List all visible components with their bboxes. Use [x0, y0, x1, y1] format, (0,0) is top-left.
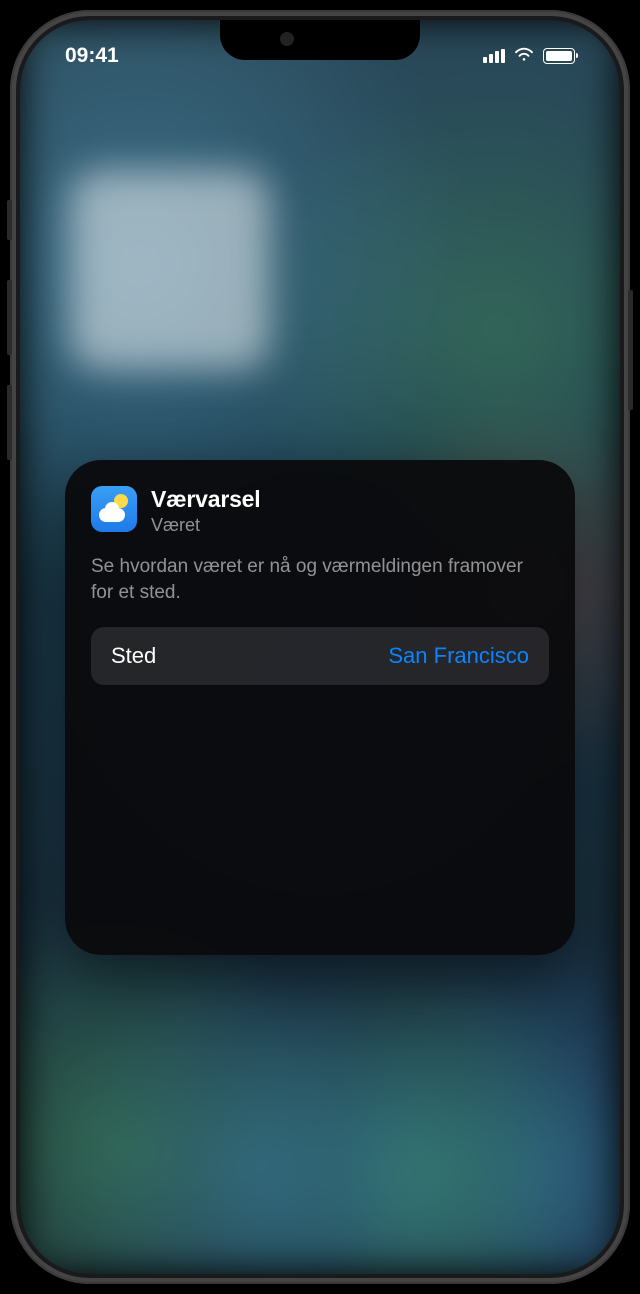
location-setting-row[interactable]: Sted San Francisco	[91, 627, 549, 685]
setting-label: Sted	[111, 643, 156, 669]
widget-app-name: Været	[151, 515, 260, 536]
widget-title: Værvarsel	[151, 486, 260, 513]
status-time: 09:41	[65, 44, 119, 68]
widget-titles: Værvarsel Været	[151, 486, 260, 536]
mute-switch	[7, 200, 12, 240]
side-buttons-left	[7, 200, 12, 490]
volume-down-button	[7, 385, 12, 460]
setting-value: San Francisco	[388, 643, 529, 669]
background-widget-blur	[70, 170, 270, 370]
wifi-icon	[513, 46, 535, 67]
power-button	[628, 290, 633, 410]
cellular-signal-icon	[483, 49, 505, 63]
phone-screen: 09:41	[20, 20, 620, 1274]
volume-up-button	[7, 280, 12, 355]
phone-device-frame: 09:41	[10, 10, 630, 1284]
widget-configuration-sheet[interactable]: Værvarsel Været Se hvordan været er nå o…	[65, 460, 575, 955]
side-buttons-right	[628, 290, 633, 440]
display-notch	[220, 20, 420, 60]
widget-header: Værvarsel Været	[91, 486, 549, 536]
widget-description: Se hvordan været er nå og værmeldingen f…	[91, 554, 549, 605]
status-icons	[483, 46, 575, 67]
battery-icon	[543, 48, 575, 64]
weather-app-icon	[91, 486, 137, 532]
